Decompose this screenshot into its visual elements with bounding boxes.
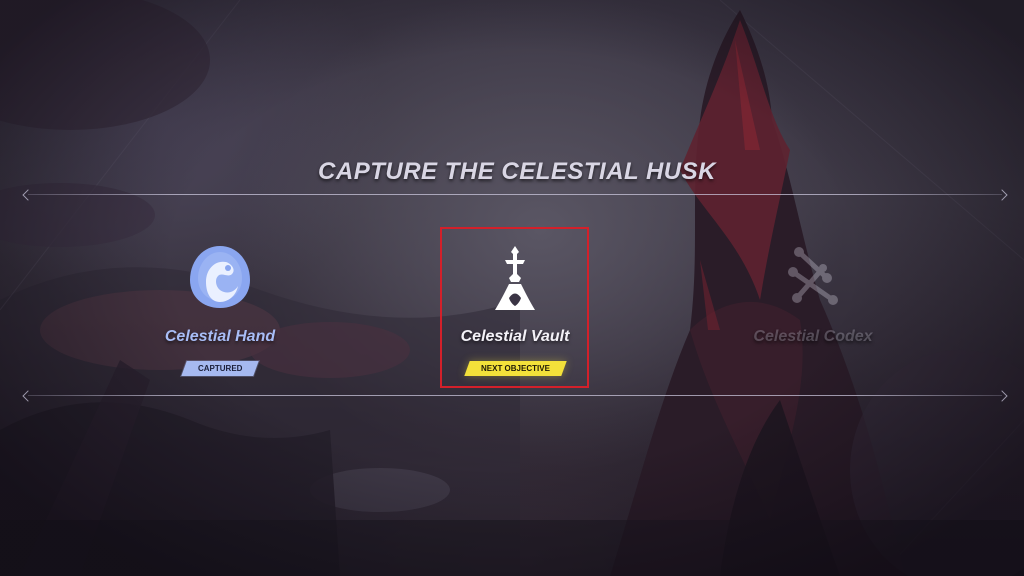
- bottom-divider: [28, 395, 1002, 396]
- objective-name: Celestial Hand: [164, 328, 276, 345]
- badge-label: CAPTURED: [197, 364, 243, 373]
- top-divider: [28, 194, 1002, 195]
- celestial-codex-icon: [788, 247, 838, 305]
- screen-title: CAPTURE THE CELESTIAL HUSK: [318, 158, 716, 185]
- objective-celestial-codex[interactable]: Celestial Codex: [713, 238, 913, 346]
- celestial-hand-icon: [190, 246, 250, 308]
- objective-name: Celestial Codex: [753, 328, 873, 345]
- game-scene: CAPTURE THE CELESTIAL HUSK Celestial Han…: [0, 0, 1024, 576]
- selection-highlight: [440, 227, 589, 388]
- captured-badge: CAPTURED: [181, 361, 259, 376]
- objective-celestial-hand[interactable]: Celestial Hand CAPTURED: [120, 238, 320, 376]
